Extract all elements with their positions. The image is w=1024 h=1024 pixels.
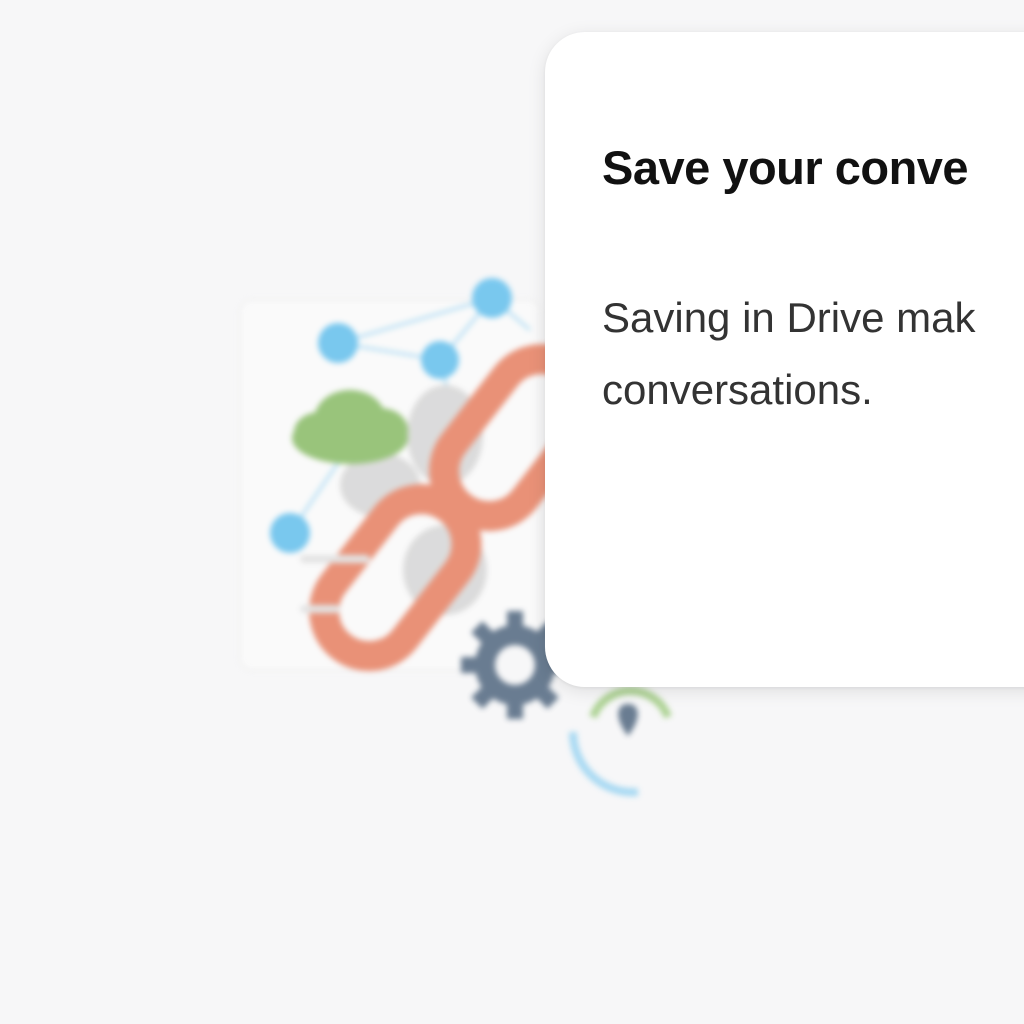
dialog-body-line-2: conversations. [602, 366, 873, 413]
app-window: Save your conve Saving in Drive mak conv… [0, 0, 1024, 1024]
save-conversation-dialog: Save your conve Saving in Drive mak conv… [545, 32, 1024, 687]
location-pin-icon [568, 687, 672, 797]
dialog-body-line-1: Saving in Drive mak [602, 294, 976, 341]
dialog-title: Save your conve [602, 141, 969, 194]
dialog-body: Saving in Drive mak conversations. [602, 282, 1024, 426]
